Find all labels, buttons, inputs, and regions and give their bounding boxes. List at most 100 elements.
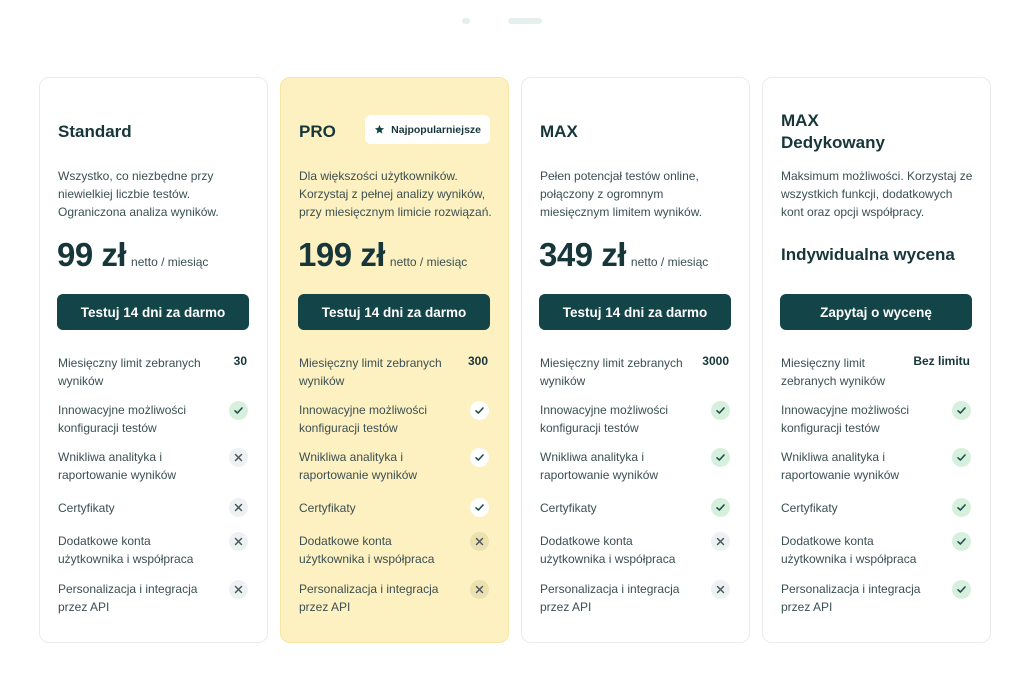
feature-label-line: Personalizacja i integracja — [781, 582, 921, 596]
feature-label: Personalizacja i integracja przez API — [540, 580, 700, 616]
feature-label-line: Personalizacja i integracja — [299, 582, 439, 596]
plan-description: Wszystko, co niezbędne przy niewielkiej l… — [58, 167, 258, 221]
feature-label-line: konfiguracji testów — [540, 421, 639, 435]
free-trial-button[interactable]: Testuj 14 dni za darmo — [57, 294, 249, 330]
feature-label: Certyfikaty — [781, 499, 941, 517]
free-trial-button[interactable]: Testuj 14 dni za darmo — [298, 294, 490, 330]
feature-label-line: Dodatkowe konta — [58, 534, 151, 548]
feature-label-line: konfiguracji testów — [58, 421, 157, 435]
feature-label-line: Dodatkowe konta — [781, 534, 874, 548]
plan-card-standard: Standard Wszystko, co niezbędne przy niewi… — [39, 77, 268, 643]
cross-icon — [470, 580, 489, 599]
feature-label-line: Personalizacja i integracja — [58, 582, 198, 596]
popular-badge: Najpopularniejsze — [365, 115, 490, 144]
check-icon — [229, 401, 248, 420]
feature-label-line: Certyfikaty — [540, 501, 597, 515]
feature-label: Innowacyjne możliwości konfiguracji testó… — [540, 401, 700, 437]
feature-label-line: Certyfikaty — [299, 501, 356, 515]
price-amount: 99 zł — [57, 236, 127, 273]
feature-label: Certyfikaty — [58, 499, 218, 517]
popular-badge-label: Najpopularniejsze — [391, 123, 481, 136]
feature-limit-value: 30 — [233, 354, 247, 368]
check-icon — [470, 401, 489, 420]
feature-label: Personalizacja i integracja przez API — [58, 580, 218, 616]
feature-label: Personalizacja i integracja przez API — [299, 580, 459, 616]
pricing-cards: Standard Wszystko, co niezbędne przy niewi… — [39, 77, 991, 643]
plan-description: Maksimum możliwości. Korzystaj ze wszystk… — [781, 167, 981, 221]
feature-label-line: użytkownika i współpraca — [540, 552, 676, 566]
check-icon — [952, 498, 971, 517]
feature-label-line: Miesięczny limit zebranych — [299, 356, 442, 370]
feature-label-line: Wnikliwa analityka i — [299, 450, 404, 464]
feature-label-line: przez API — [299, 600, 351, 614]
feature-label-line: raportowanie wyników — [540, 468, 659, 482]
cross-icon — [229, 498, 248, 517]
price-unit: netto / miesiąc — [630, 255, 709, 269]
plan-description-line: kont oraz opcji współpracy. — [781, 205, 925, 219]
free-trial-button[interactable]: Testuj 14 dni za darmo — [539, 294, 731, 330]
feature-label-line: konfiguracji testów — [299, 421, 398, 435]
feature-label-line: użytkownika i współpraca — [58, 552, 194, 566]
plan-title: MAX Dedykowany — [781, 110, 885, 154]
price-amount: 199 zł — [298, 236, 385, 273]
plan-description-line: Wszystko, co niezbędne przy — [58, 169, 214, 183]
feature-label-line: przez API — [781, 600, 833, 614]
plan-description: Pełen potencjał testów online, połączony … — [540, 167, 740, 221]
request-quote-button[interactable]: Zapytaj o wycenę — [780, 294, 972, 330]
feature-label-line: Certyfikaty — [781, 501, 838, 515]
feature-label-line: raportowanie wyników — [781, 468, 900, 482]
feature-label: Wnikliwa analityka i raportowanie wyników — [540, 448, 700, 484]
plan-description-line: przy miesięcznym limicie rozwiązań. — [299, 205, 492, 219]
plan-description-line: połączony z ogromnym — [540, 187, 664, 201]
cross-icon — [229, 448, 248, 467]
feature-label: Certyfikaty — [540, 499, 700, 517]
feature-label-line: Innowacyjne możliwości — [58, 403, 187, 417]
cross-icon — [470, 532, 489, 551]
plan-title: PRO — [299, 121, 336, 143]
plan-description-line: niewielkiej liczbie testów. — [58, 187, 191, 201]
plan-price: 349 zł netto / miesiąc — [539, 236, 708, 274]
feature-label: Wnikliwa analityka i raportowanie wyników — [299, 448, 459, 484]
cross-icon — [711, 580, 730, 599]
price-unit: netto / miesiąc — [131, 255, 209, 269]
price-unit: netto / miesiąc — [389, 255, 468, 269]
feature-label-line: Innowacyjne możliwości — [781, 403, 910, 417]
plan-description-line: Korzystaj z pełnej analizy wyników, — [299, 187, 486, 201]
feature-label: Innowacyjne możliwości konfiguracji testó… — [781, 401, 941, 437]
plan-title: MAX — [540, 121, 578, 143]
feature-label-line: przez API — [58, 600, 110, 614]
plan-price: 99 zł netto / miesiąc — [57, 236, 208, 274]
feature-label-line: użytkownika i współpraca — [299, 552, 435, 566]
plan-title: Standard — [58, 121, 132, 143]
check-icon — [711, 448, 730, 467]
plan-description-line: miesięcznym limitem wyników. — [540, 205, 703, 219]
cross-icon — [229, 580, 248, 599]
plan-card-pro: PRO Najpopularniejsze Dla większości użytk… — [280, 77, 509, 643]
check-icon — [952, 580, 971, 599]
top-decoration — [462, 18, 542, 28]
feature-label: Wnikliwa analityka i raportowanie wyników — [58, 448, 218, 484]
plan-card-max-dedicated: MAX Dedykowany Maksimum możliwości. Korzys… — [762, 77, 991, 643]
cross-icon — [229, 532, 248, 551]
feature-label: Miesięczny limit zebranych wyników — [299, 354, 459, 390]
plan-title-line: Standard — [58, 122, 132, 141]
check-icon — [711, 498, 730, 517]
feature-label-line: Miesięczny limit zebranych — [58, 356, 201, 370]
plan-description-line: Ograniczona analiza wyników. — [58, 205, 219, 219]
plan-description-line: Maksimum możliwości. Korzystaj ze — [781, 169, 973, 183]
custom-price: Indywidualna wycena — [781, 245, 955, 264]
feature-label: Miesięczny limit zebranych wyników — [58, 354, 218, 390]
feature-label-line: Wnikliwa analityka i — [58, 450, 163, 464]
plan-description: Dla większości użytkowników. Korzystaj z … — [299, 167, 499, 221]
feature-label-line: Dodatkowe konta — [540, 534, 633, 548]
feature-label-line: Miesięczny limit zebranych — [540, 356, 683, 370]
feature-label: Dodatkowe konta użytkownika i współpraca — [781, 532, 941, 568]
feature-label: Dodatkowe konta użytkownika i współpraca — [58, 532, 218, 568]
plan-card-max: MAX Pełen potencjał testów online, połączo… — [521, 77, 750, 643]
feature-label-line: Innowacyjne możliwości — [540, 403, 669, 417]
feature-label-line: Wnikliwa analityka i — [781, 450, 886, 464]
feature-label: Miesięczny limit zebranych wyników — [540, 354, 700, 390]
feature-label-line: wyników — [540, 374, 586, 388]
star-icon — [374, 124, 391, 135]
feature-label: Certyfikaty — [299, 499, 459, 517]
